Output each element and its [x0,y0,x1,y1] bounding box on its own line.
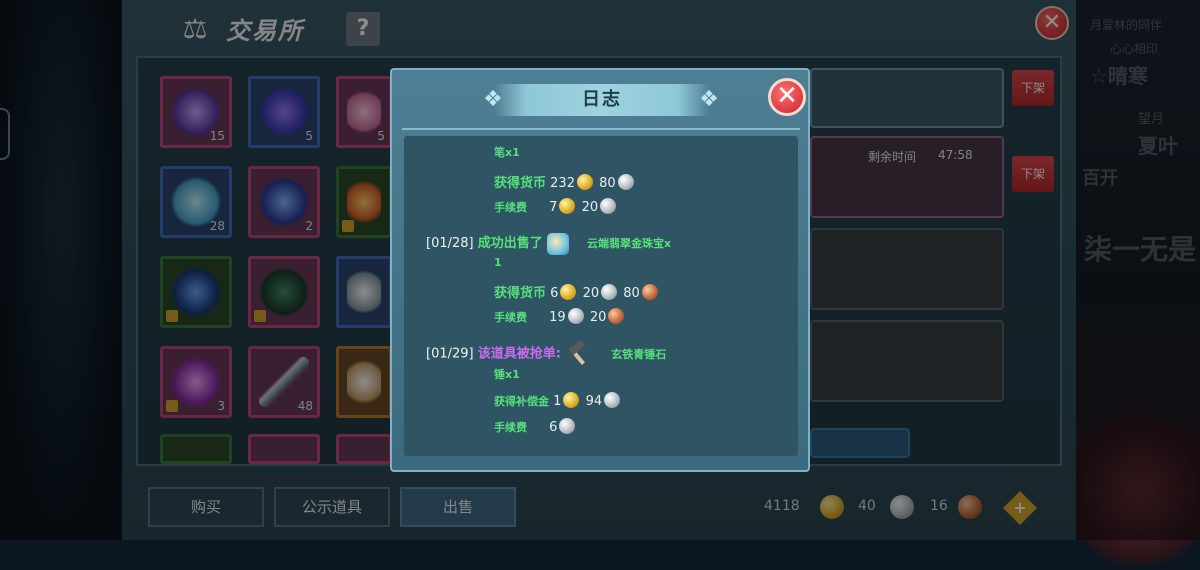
log-gain-row: 获得货币 6 20 80 [494,282,660,301]
silver-value: 19 [549,310,566,325]
silver-value: 20 [581,200,599,215]
silver-value: 6 [549,420,558,435]
log-date: [01/29] [426,346,474,362]
log-fee-row: 手续费 7 20 [494,198,618,215]
ornament-icon: ❖ [699,87,719,112]
gold-coin-icon [560,284,577,300]
gold-value: 7 [549,200,558,215]
hammer-item-icon [565,342,589,366]
log-list[interactable]: 笔x1 获得货币 232 80 手续费 7 20 [01/28] 成功出售了 云… [404,136,798,456]
log-title-bar: 日志 [494,84,710,116]
log-item-name: 云端翡翠金珠宝x [587,237,672,250]
silver-coin-icon [617,174,634,190]
silver-coin-icon [601,284,618,300]
fee-label: 手续费 [494,201,527,214]
bronze-coin-icon [608,308,625,324]
bronze-value: 20 [589,310,607,325]
silver-value: 80 [599,176,616,191]
log-item-continuation: 笔x1 [494,146,520,159]
log-date: [01/28] [426,236,474,251]
silver-coin-icon [559,418,576,434]
gold-coin-icon [559,198,576,214]
log-entry-header: [01/29] 该道具被抢单: 玄铁青锤石 [426,342,666,366]
gold-coin-icon [576,174,593,190]
log-entry-header: [01/28] 成功出售了 云端翡翠金珠宝x [426,232,671,255]
log-gain-row: 获得补偿金 1 94 [494,392,622,409]
gold-value: 232 [550,176,575,191]
ore-item-icon [546,232,569,255]
gold-coin-icon [563,392,580,408]
log-fee-row: 手续费 6 [494,418,577,435]
log-item-count: 锤x1 [494,368,520,381]
divider [402,128,800,130]
bronze-value: 80 [623,286,640,301]
gold-value: 1 [553,394,562,409]
log-action: 该道具被抢单: [477,346,561,362]
log-fee-row: 手续费 19 20 [494,308,626,325]
silver-value: 20 [582,286,600,301]
dialog-title: 日志 [582,89,622,110]
log-item-name: 玄铁青锤石 [611,347,667,361]
gain-label: 获得货币 [494,286,547,301]
silver-value: 94 [585,394,603,409]
silver-coin-icon [567,308,584,324]
gain-label: 获得货币 [494,176,547,191]
gold-value: 6 [550,286,559,301]
bronze-coin-icon [641,284,658,300]
log-dialog: ❖ 日志 ❖ ✕ 笔x1 获得货币 232 80 手续费 7 20 [01/28… [390,68,810,472]
fee-label: 手续费 [494,421,527,434]
silver-coin-icon [604,392,621,408]
close-icon[interactable]: ✕ [768,78,806,116]
silver-coin-icon [600,198,617,214]
fee-label: 手续费 [494,311,527,324]
log-action: 成功出售了 [477,236,543,251]
log-item-count: 1 [494,256,502,269]
log-gain-row: 获得货币 232 80 [494,172,636,191]
gain-label: 获得补偿金 [494,395,549,408]
